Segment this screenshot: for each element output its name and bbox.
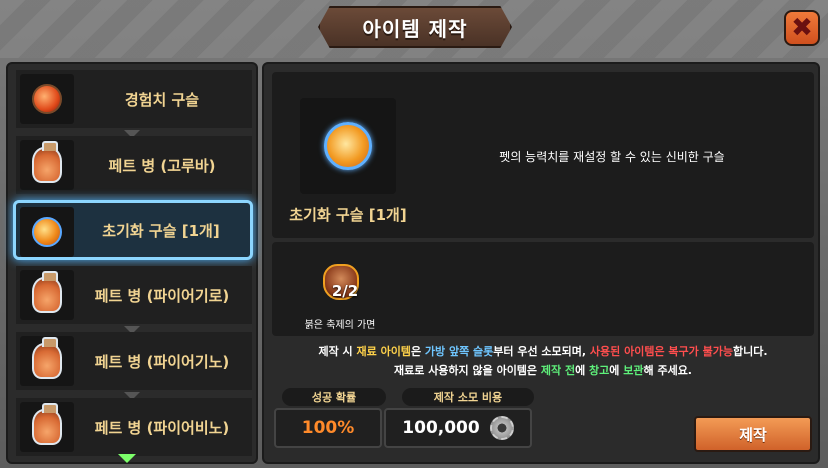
craft-button-label: 제작: [739, 425, 767, 444]
recipe-list-panel: 경험치 구슬 페트 병 (고루바) 초기화 구슬 [1개] 페트 병 (파이어기…: [6, 62, 258, 464]
item-info-box: 초기화 구슬 [1개] 펫의 능력치를 재설정 할 수 있는 신비한 구슬: [272, 72, 814, 238]
pet-bottle-icon: [20, 402, 74, 452]
recipe-item-label: 경험치 구슬: [124, 90, 200, 109]
recipe-item-pet-bottle-firebino[interactable]: 페트 병 (파이어비노): [16, 398, 252, 456]
craft-cost-box: 100,000: [384, 408, 532, 448]
materials-box: 2/2 붉은 축제의 가면: [272, 242, 814, 336]
craft-notice: 제작 시 재료 아이템은 가방 앞쪽 슬롯부터 우선 소모되며, 사용된 아이템…: [272, 342, 814, 380]
item-description: 펫의 능력치를 재설정 할 수 있는 신비한 구슬: [499, 150, 725, 164]
recipe-item-reset-orb[interactable]: 초기화 구슬 [1개]: [13, 200, 253, 260]
item-name: 초기화 구슬 [1개]: [289, 206, 407, 224]
notice-text: 재료로 사용하지 않을 아이템은: [394, 364, 541, 377]
notice-text: 부터 우선 소모되며,: [493, 345, 590, 358]
notice-text: 제작 시: [318, 345, 357, 358]
scroll-down-arrow-icon[interactable]: [118, 454, 136, 463]
recipe-item-label: 페트 병 (파이어비노): [94, 418, 230, 437]
window-title: 아이템 제작: [362, 16, 468, 41]
notice-highlight: 사용된 아이템은 복구가 불가능: [589, 345, 733, 358]
gear-coin-icon: [489, 416, 514, 440]
notice-text: 에: [575, 364, 590, 377]
exp-orb-icon: [20, 74, 74, 124]
notice-line-1: 제작 시 재료 아이템은 가방 앞쪽 슬롯부터 우선 소모되며, 사용된 아이템…: [272, 342, 814, 361]
craft-cost-value: 100,000: [402, 418, 480, 438]
close-x-icon: ✖: [791, 13, 813, 43]
recipe-item-pet-bottle-firegino[interactable]: 페트 병 (파이어기노): [16, 332, 252, 390]
notice-highlight: 보관: [623, 364, 644, 377]
notice-text: 해 주세요.: [643, 364, 693, 377]
material-name: 붉은 축제의 가면: [304, 320, 376, 331]
craft-detail-panel: 초기화 구슬 [1개] 펫의 능력치를 재설정 할 수 있는 신비한 구슬 2/…: [262, 62, 820, 464]
notice-highlight: 창고: [589, 364, 610, 377]
reset-orb-icon: [300, 98, 396, 194]
reset-orb-icon: [20, 207, 74, 257]
pet-bottle-icon: [20, 140, 74, 190]
material-count: 2/2: [331, 282, 359, 300]
success-rate-label: 성공 확률: [282, 388, 386, 406]
notice-highlight: 재료 아이템: [356, 345, 411, 358]
notice-text: 은: [410, 345, 425, 358]
notice-highlight: 가방 앞쪽 슬롯: [424, 345, 494, 358]
pet-bottle-icon: [20, 336, 74, 386]
pet-bottle-icon: [20, 270, 74, 320]
notice-text: 에: [609, 364, 624, 377]
recipe-item-label: 페트 병 (고루바): [108, 156, 216, 175]
notice-highlight: 제작 전: [540, 364, 576, 377]
notice-text: 합니다.: [732, 345, 768, 358]
recipe-item-pet-bottle-goruba[interactable]: 페트 병 (고루바): [16, 136, 252, 194]
notice-line-2: 재료로 사용하지 않을 아이템은 제작 전에 창고에 보관해 주세요.: [272, 361, 814, 380]
recipe-item-label: 페트 병 (파이어기로): [94, 286, 230, 305]
recipe-item-label: 초기화 구슬 [1개]: [102, 221, 220, 240]
window-title-banner: 아이템 제작: [318, 6, 512, 48]
craft-cost-label: 제작 소모 비용: [402, 388, 534, 406]
recipe-item-pet-bottle-firegiro[interactable]: 페트 병 (파이어기로): [16, 266, 252, 324]
recipe-item-exp-orb[interactable]: 경험치 구슬: [16, 70, 252, 128]
success-rate-value: 100%: [301, 418, 355, 438]
close-button[interactable]: ✖: [784, 10, 820, 46]
craft-button[interactable]: 제작: [694, 416, 812, 452]
recipe-item-label: 페트 병 (파이어기노): [94, 352, 230, 371]
success-rate-box: 100%: [274, 408, 382, 448]
